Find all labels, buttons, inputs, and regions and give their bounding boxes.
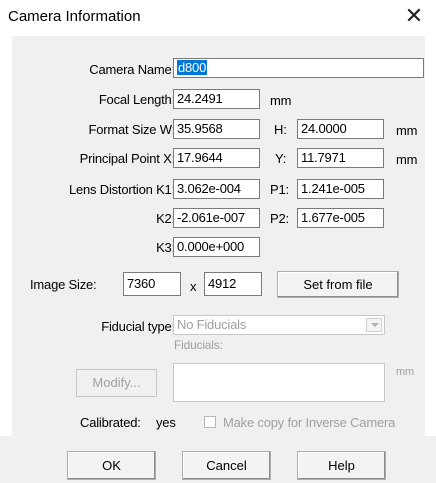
p1-input[interactable]: 1.241e-005	[297, 179, 384, 199]
window-title: Camera Information	[8, 8, 141, 25]
format-height-label: H:	[274, 122, 287, 137]
help-button[interactable]: Help	[297, 451, 386, 480]
camera-name-input[interactable]: d800	[173, 58, 424, 78]
focal-length-label: Focal Length:	[98, 92, 175, 107]
camera-name-label: Camera Name:	[89, 62, 175, 77]
p1-label: P1:	[270, 182, 289, 197]
fiducials-list[interactable]	[173, 363, 385, 402]
close-icon[interactable]: ✕	[402, 3, 426, 29]
k2-input[interactable]: -2.061e-007	[173, 208, 260, 228]
fiducials-unit: mm	[396, 366, 414, 378]
set-from-file-button[interactable]: Set from file	[277, 271, 399, 298]
format-width-input[interactable]: 35.9568	[173, 119, 260, 139]
calibrated-value: yes	[156, 415, 176, 430]
calibrated-label: Calibrated:	[80, 415, 141, 430]
principal-x-input[interactable]: 17.9644	[173, 148, 260, 168]
inverse-copy-label: Make copy for Inverse Camera	[223, 415, 396, 430]
fiducial-type-select[interactable]: No Fiducials	[173, 315, 385, 335]
dialog-panel: Camera Name: d800 Focal Length: 24.2491 …	[12, 36, 425, 436]
principal-point-unit: mm	[396, 152, 418, 167]
title-bar: Camera Information ✕	[0, 0, 436, 34]
chevron-down-icon[interactable]	[366, 318, 382, 332]
fiducials-list-label: Fiducials:	[174, 338, 223, 352]
principal-y-input[interactable]: 11.7971	[297, 148, 384, 168]
inverse-copy-checkbox[interactable]	[204, 416, 216, 428]
image-size-separator: x	[190, 279, 197, 294]
format-size-label: Format Size W:	[88, 122, 175, 137]
p2-input[interactable]: 1.677e-005	[297, 208, 384, 228]
image-height-input[interactable]: 4912	[204, 272, 262, 296]
format-size-unit: mm	[396, 123, 418, 138]
modify-button[interactable]: Modify...	[76, 369, 157, 397]
cancel-button[interactable]: Cancel	[182, 451, 271, 480]
focal-length-unit: mm	[270, 93, 292, 108]
principal-y-label: Y:	[275, 151, 287, 166]
format-height-input[interactable]: 24.0000	[297, 119, 384, 139]
principal-point-label: Principal Point X:	[79, 151, 176, 166]
p2-label: P2:	[270, 211, 289, 226]
lens-distortion-label: Lens Distortion K1:	[68, 182, 175, 197]
k1-input[interactable]: 3.062e-004	[173, 179, 260, 199]
k3-input[interactable]: 0.000e+000	[173, 237, 260, 257]
button-bar: OK Cancel Help	[0, 436, 436, 483]
focal-length-input[interactable]: 24.2491	[173, 89, 260, 109]
fiducial-type-value: No Fiducials	[177, 317, 247, 332]
image-size-label: Image Size:	[30, 277, 97, 292]
image-width-input[interactable]: 7360	[123, 272, 181, 296]
ok-button[interactable]: OK	[67, 451, 156, 480]
fiducial-type-label: Fiducial type:	[101, 319, 175, 334]
